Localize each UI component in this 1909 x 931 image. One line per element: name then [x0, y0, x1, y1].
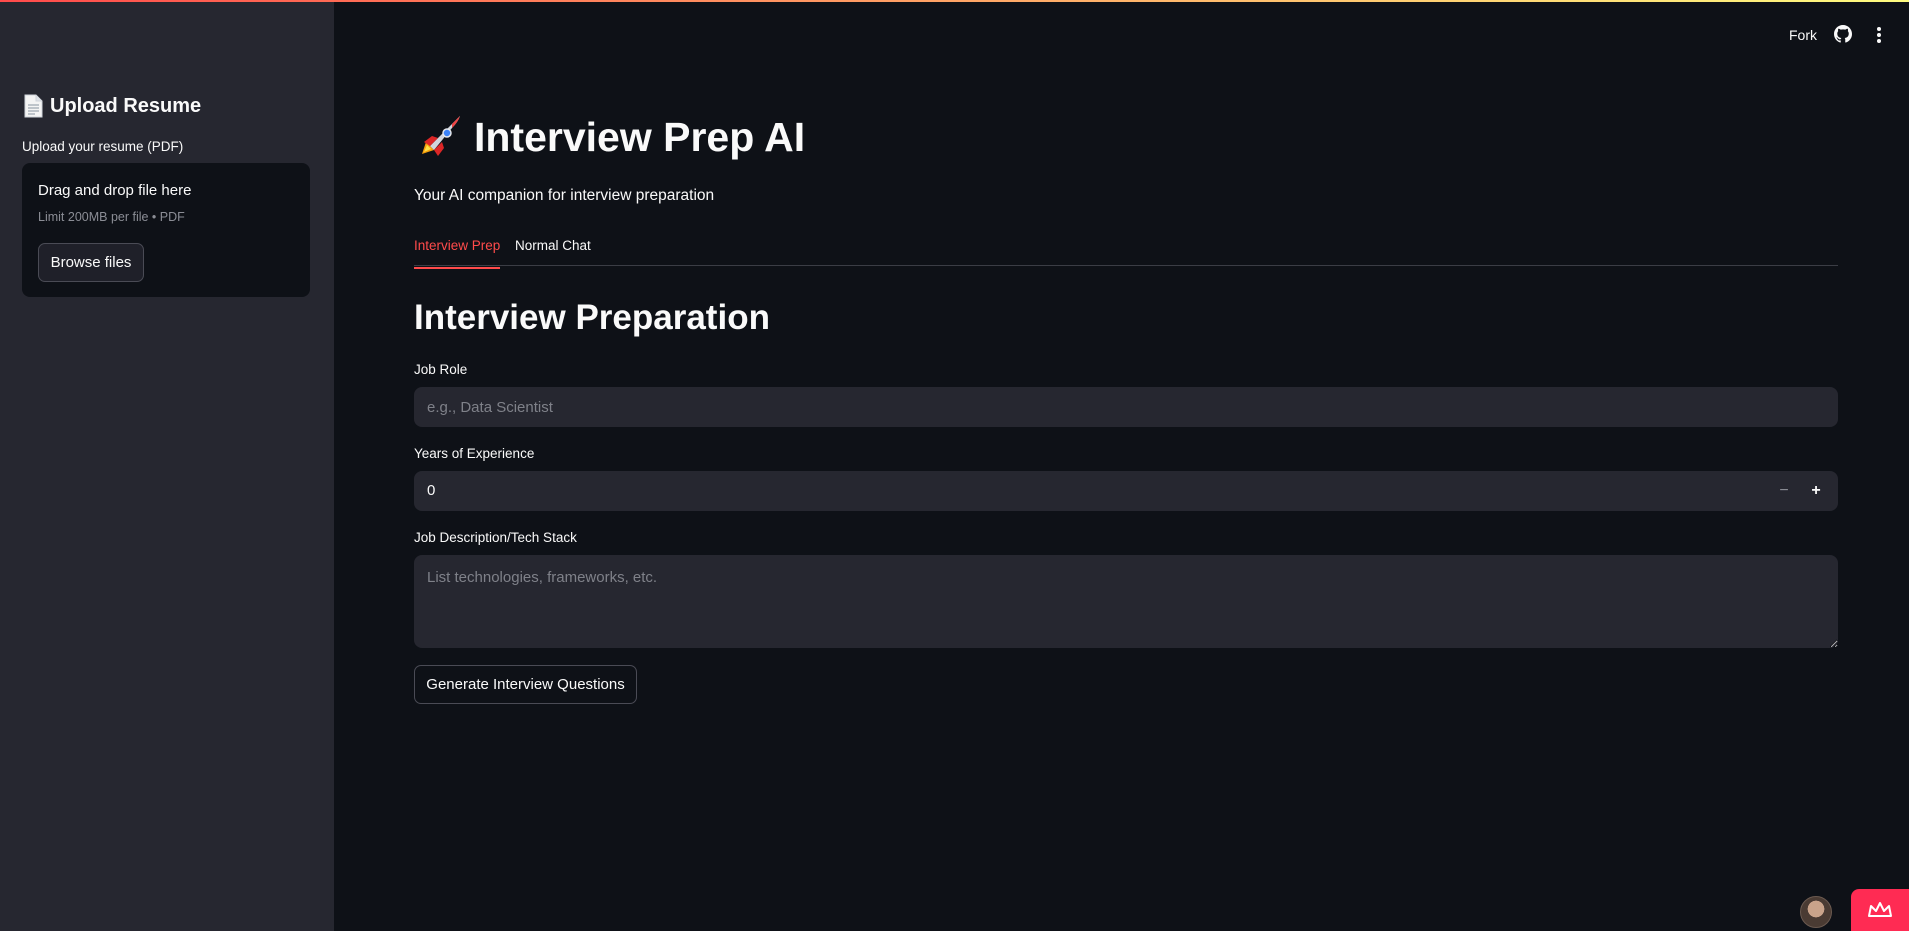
top-decoration-bar [0, 0, 1909, 2]
section-title: Interview Preparation [414, 298, 770, 337]
sidebar: Upload Resume Upload your resume (PDF) D… [0, 0, 334, 931]
experience-value[interactable]: 0 [427, 482, 435, 499]
rocket-icon [422, 116, 460, 156]
job-role-input[interactable] [414, 387, 1838, 427]
tab-interview-prep[interactable]: Interview Prep [414, 238, 501, 269]
document-icon [24, 94, 43, 118]
file-dropzone[interactable]: Drag and drop file here Limit 200MB per … [22, 163, 310, 297]
dropzone-title: Drag and drop file here [38, 182, 192, 199]
description-label: Job Description/Tech Stack [414, 530, 577, 545]
decrement-button[interactable]: − [1768, 471, 1800, 511]
page-title-text: Interview Prep AI [474, 113, 806, 160]
sidebar-title: Upload Resume [22, 94, 201, 118]
page-subtitle: Your AI companion for interview preparat… [414, 187, 715, 204]
experience-stepper[interactable]: 0 − + [414, 471, 1838, 511]
fork-link[interactable]: Fork [1789, 27, 1817, 43]
generate-questions-button[interactable]: Generate Interview Questions [414, 665, 637, 704]
sidebar-title-text: Upload Resume [50, 94, 202, 117]
job-role-label: Job Role [414, 362, 468, 377]
experience-label: Years of Experience [414, 446, 535, 461]
dropzone-limit: Limit 200MB per file • PDF [38, 210, 185, 224]
description-textarea[interactable] [414, 555, 1838, 648]
page-title: Interview Prep AI [414, 112, 805, 162]
user-avatar[interactable] [1800, 896, 1832, 928]
upload-label: Upload your resume (PDF) [22, 139, 184, 154]
streamlit-badge[interactable] [1851, 889, 1909, 931]
kebab-menu-icon[interactable] [1876, 26, 1882, 44]
crown-icon [1868, 902, 1892, 917]
tab-bar: Interview Prep Normal Chat [414, 230, 1838, 269]
increment-button[interactable]: + [1800, 471, 1832, 511]
tab-normal-chat[interactable]: Normal Chat [515, 238, 591, 267]
browse-files-button[interactable]: Browse files [38, 243, 144, 282]
github-icon[interactable] [1834, 25, 1852, 43]
